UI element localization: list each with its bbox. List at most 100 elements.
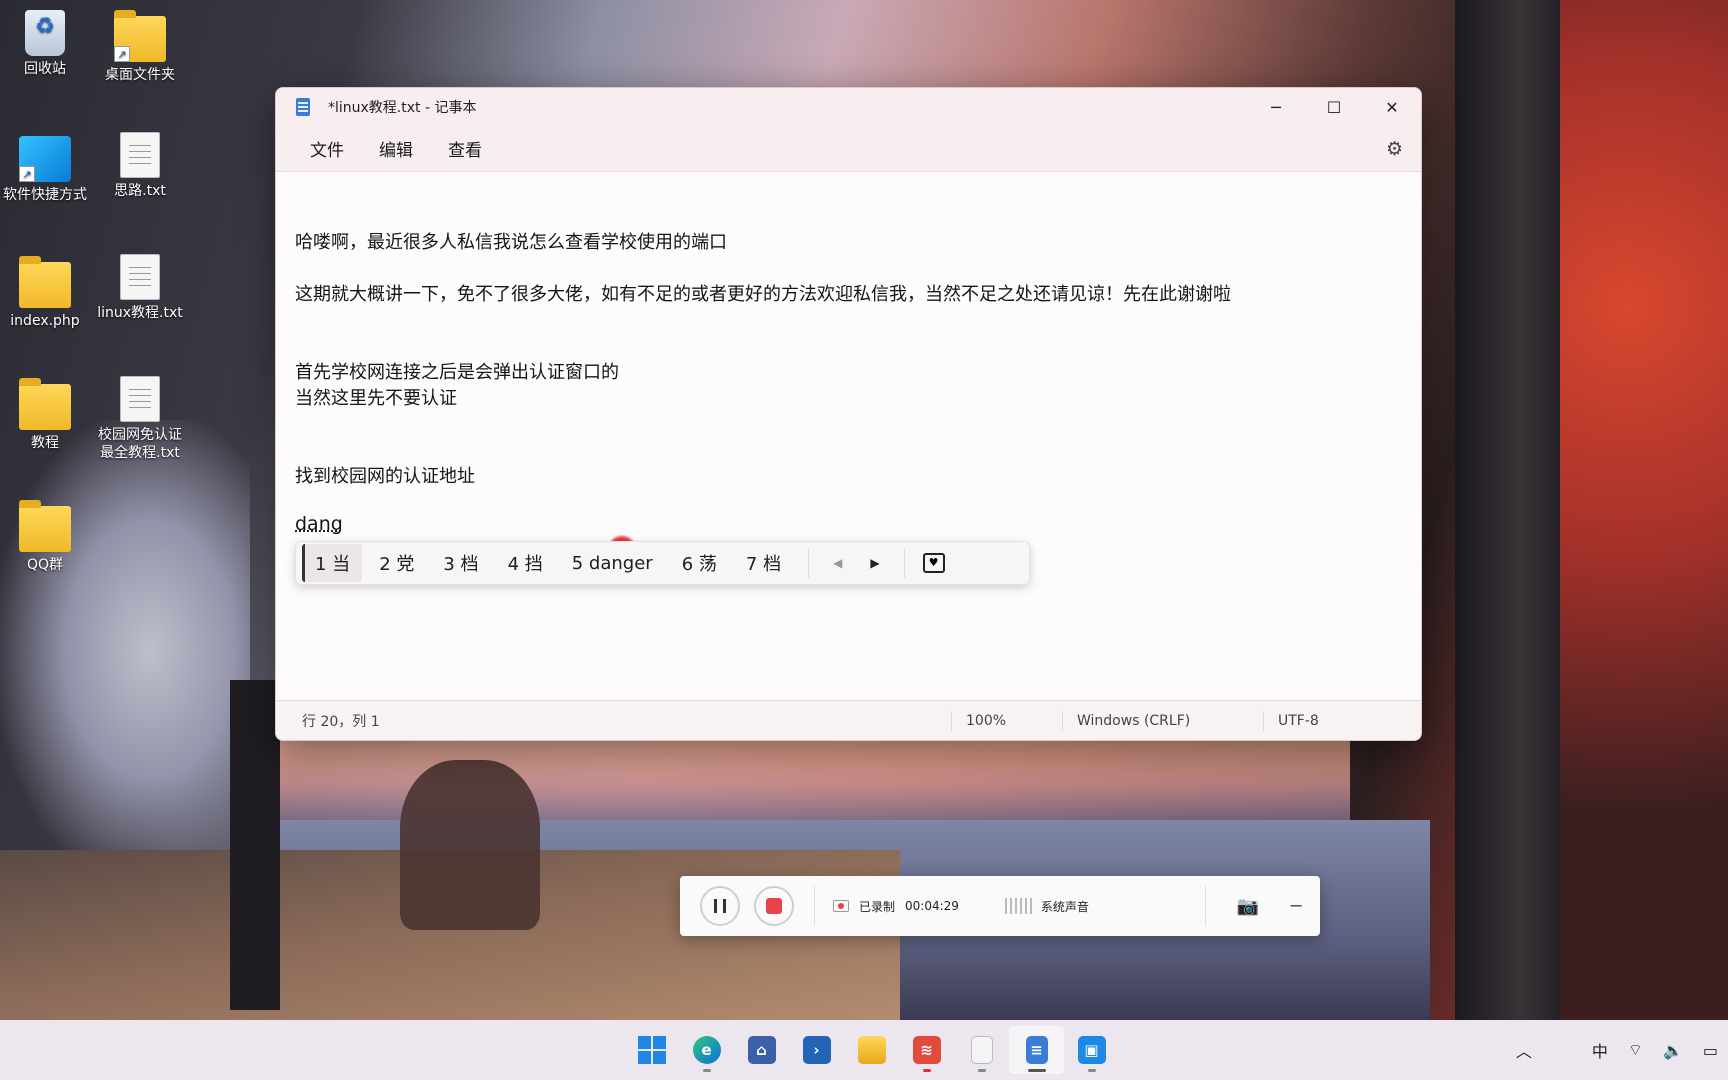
recycle-bin-icon (25, 10, 65, 56)
screen-recorder-bar: 已录制 00:04:29 系统声音 📷 ─ (680, 876, 1320, 936)
volume-icon[interactable]: 🔈 (1653, 1041, 1693, 1060)
ime-candidate[interactable]: 6 荡 (670, 544, 729, 582)
maximize-button[interactable]: ☐ (1305, 88, 1363, 126)
ime-candidate[interactable]: 3 档 (431, 544, 490, 582)
close-button[interactable]: ✕ (1363, 88, 1421, 126)
wallpaper-sitting-figure (400, 760, 540, 930)
desktop-icon-tutorial-folder[interactable]: 教程 (0, 378, 90, 452)
desktop-icon-recycle-bin[interactable]: 回收站 (0, 10, 90, 78)
recording-time: 00:04:29 (905, 899, 959, 913)
pause-recording-button[interactable] (700, 886, 740, 926)
text-file-icon (120, 132, 160, 178)
taskbar-edge[interactable]: e (679, 1026, 734, 1074)
start-button[interactable] (624, 1026, 679, 1074)
shortcut-arrow-icon: ↗ (114, 46, 130, 62)
taskbar-network-tool[interactable]: ⌂ (734, 1026, 789, 1074)
title-bar[interactable]: *linux教程.txt - 记事本 ─ ☐ ✕ (276, 88, 1421, 126)
pause-icon (714, 899, 726, 913)
taskbar-apps: e ⌂ › ≋ ≡ ▣ (624, 1020, 1119, 1080)
recorder-divider (814, 886, 815, 926)
desktop-icon-label: 回收站 (24, 61, 66, 77)
show-hidden-icons-chevron-icon[interactable]: ︿ (1506, 1038, 1542, 1062)
ime-candidate-bar: 1 当 2 党 3 档 4 挡 5 danger 6 荡 7 档 ◀ ▶ ♥ (295, 541, 1030, 585)
ime-candidate[interactable]: 4 挡 (496, 544, 555, 582)
ime-candidate[interactable]: 5 danger (560, 547, 665, 580)
desktop-icon-qq-group[interactable]: QQ群 (0, 500, 90, 574)
windows-logo-icon (637, 1036, 666, 1064)
ime-divider (903, 548, 905, 578)
line-ending: Windows (CRLF) (1077, 712, 1191, 729)
network-tool-icon: ⌂ (747, 1036, 776, 1064)
running-indicator (977, 1069, 986, 1072)
running-indicator (1087, 1069, 1096, 1072)
desktop-icon-label: index.php (10, 313, 80, 329)
wallpaper-pillar-right (1455, 0, 1565, 1020)
desktop-icon-label: 软件快捷方式 (3, 187, 87, 203)
taskbar-powershell[interactable]: › (789, 1026, 844, 1074)
text-editor-area[interactable]: 哈喽啊，最近很多人私信我说怎么查看学校使用的端口 这期就大概讲一下，免不了很多大… (276, 172, 1421, 700)
stop-recording-button[interactable] (754, 886, 794, 926)
audio-source[interactable]: 系统声音 (1041, 898, 1089, 915)
taskbar-notepad[interactable]: ≡ (1009, 1026, 1064, 1074)
minimize-button[interactable]: ─ (1247, 88, 1305, 126)
desktop-icon-label: QQ群 (26, 557, 64, 573)
battery-icon[interactable]: ▭ (1693, 1041, 1728, 1060)
desktop-icon-label: 思路.txt (114, 183, 166, 199)
menu-file[interactable]: 文件 (292, 130, 361, 167)
ime-prev-page-icon[interactable]: ◀ (819, 556, 856, 570)
taskbar-blank-document[interactable] (954, 1026, 1009, 1074)
edge-browser-icon: e (692, 1036, 721, 1064)
window-controls: ─ ☐ ✕ (1247, 88, 1421, 126)
taskbar: e ⌂ › ≋ ≡ ▣ ︿ 中 ⌔ 🔈 ▭ (0, 1020, 1728, 1080)
desktop-icon-campus-net-txt[interactable]: 校园网免认证最全教程.txt (95, 376, 185, 462)
desktop-icon-desktop-folder[interactable]: ↗ 桌面文件夹 (95, 10, 185, 84)
file-explorer-icon (857, 1036, 886, 1064)
notepad-icon: ≡ (1025, 1036, 1048, 1064)
folder-icon (19, 378, 71, 430)
wifi-app-icon: ≋ (912, 1036, 941, 1064)
desktop-icon-index-php[interactable]: index.php (0, 256, 90, 330)
menu-edit[interactable]: 编辑 (361, 130, 430, 167)
taskbar-file-explorer[interactable] (844, 1026, 899, 1074)
minimize-recorder-icon[interactable]: ─ (1272, 886, 1320, 926)
ime-next-page-icon[interactable]: ▶ (856, 556, 893, 570)
ime-candidate[interactable]: 7 档 (734, 544, 793, 582)
desktop-icon-label: 桌面文件夹 (105, 67, 175, 83)
notepad-window: *linux教程.txt - 记事本 ─ ☐ ✕ 文件 编辑 查看 ⚙ 哈喽啊，… (275, 87, 1422, 741)
wallpaper-snowy-tree (0, 420, 250, 880)
stop-icon (766, 898, 782, 914)
cursor-position: 行 20，列 1 (302, 713, 380, 730)
desktop-icon-label: linux教程.txt (97, 305, 183, 321)
wallpaper-pillar-left (230, 680, 280, 1010)
system-tray: ︿ 中 ⌔ 🔈 ▭ (1506, 1020, 1728, 1080)
ime-candidate[interactable]: 2 党 (367, 544, 426, 582)
wallpaper-red-maple (1560, 0, 1728, 1020)
desktop-icon-linux-txt[interactable]: linux教程.txt (95, 254, 185, 322)
wifi-icon[interactable]: ⌔ (1618, 1040, 1653, 1060)
encoding: UTF-8 (1278, 712, 1319, 729)
powershell-icon: › (802, 1036, 831, 1064)
taskbar-wifi-app[interactable]: ≋ (899, 1026, 954, 1074)
status-bar: 行 20，列 1 100% Windows (CRLF) UTF-8 (276, 700, 1421, 740)
text-line: 找到校园网的认证地址 (295, 466, 475, 487)
ime-candidate[interactable]: 1 当 (302, 544, 363, 582)
document-icon (970, 1036, 993, 1064)
maximize-icon: ☐ (1326, 97, 1342, 117)
text-line: 首先学校网连接之后是会弹出认证窗口的 (295, 362, 619, 383)
taskbar-screen-recorder[interactable]: ▣ (1064, 1026, 1119, 1074)
menu-view[interactable]: 查看 (430, 130, 499, 167)
close-icon: ✕ (1385, 97, 1399, 117)
folder-icon (19, 256, 71, 308)
recorder-divider (1205, 886, 1206, 926)
screenshot-camera-icon[interactable]: 📷 (1224, 886, 1272, 926)
audio-level-icon (1004, 898, 1033, 914)
desktop-icon-app-shortcut[interactable]: ↗ 软件快捷方式 (0, 136, 90, 204)
desktop-icon-ideas-txt[interactable]: 思路.txt (95, 132, 185, 200)
recording-status: 已录制 (859, 899, 896, 914)
running-indicator (702, 1069, 711, 1072)
ime-favorite-icon[interactable]: ♥ (922, 553, 945, 573)
ime-composition-text: dang (295, 513, 343, 535)
settings-gear-icon[interactable]: ⚙ (1386, 138, 1403, 160)
ime-mode-indicator[interactable]: 中 (1582, 1038, 1618, 1062)
minimize-icon: ─ (1271, 97, 1281, 117)
